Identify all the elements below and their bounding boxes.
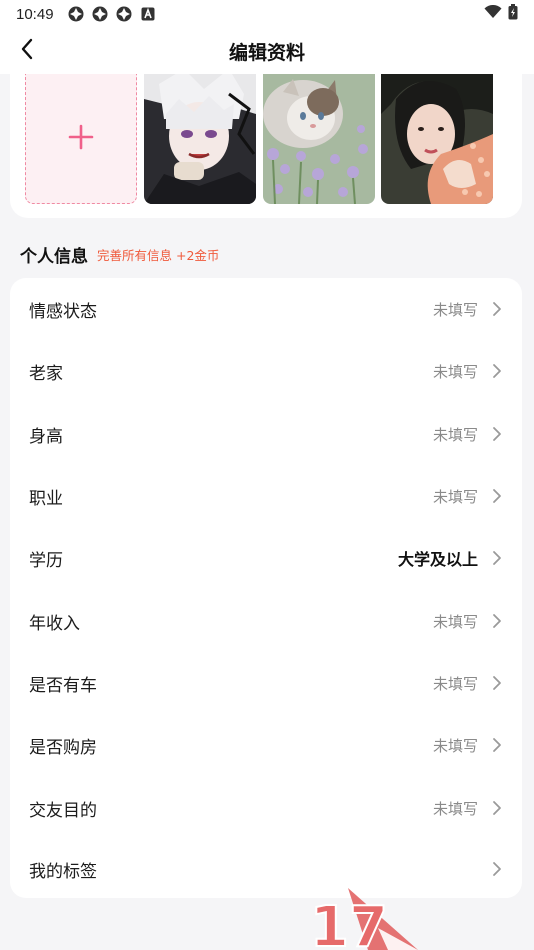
watermark-text: 17 [310, 895, 388, 950]
row-label: 我的标签 [29, 861, 97, 882]
row-label: 老家 [29, 363, 63, 384]
chevron-right-icon [492, 363, 504, 379]
section-title: 个人信息 [20, 246, 88, 267]
row-height[interactable]: 身高 未填写 [10, 403, 522, 465]
row-value: 未填写 [432, 799, 478, 818]
chevron-right-icon [492, 675, 504, 691]
settings-badge-icon [68, 6, 84, 22]
settings-badge-icon [116, 6, 132, 22]
settings-badge-icon [92, 6, 108, 22]
chevron-right-icon [492, 550, 504, 566]
row-value: 未填写 [432, 300, 478, 319]
row-value: 未填写 [432, 736, 478, 755]
section-header: 个人信息 完善所有信息 +2金币 [20, 240, 219, 268]
row-value: 未填写 [432, 362, 478, 381]
back-button[interactable] [12, 36, 42, 66]
nav-bar: 编辑资料 [0, 28, 534, 74]
page-title: 编辑资料 [228, 41, 305, 64]
row-value: 大学及以上 [397, 550, 478, 569]
row-dating-purpose[interactable]: 交友目的 未填写 [10, 777, 522, 839]
plus-icon [68, 124, 94, 154]
chevron-right-icon [492, 800, 504, 816]
chevron-right-icon [492, 861, 504, 877]
row-label: 交友目的 [29, 800, 97, 821]
cat-in-flowers-photo[interactable] [263, 74, 375, 204]
row-owns-car[interactable]: 是否有车 未填写 [10, 652, 522, 714]
row-label: 学历 [29, 550, 63, 571]
chevron-right-icon [492, 613, 504, 629]
woman-portrait-photo[interactable] [381, 74, 493, 204]
row-value: 未填写 [432, 674, 478, 693]
battery-icon [508, 4, 518, 24]
row-label: 是否购房 [29, 737, 97, 758]
info-list: 情感状态 未填写 老家 未填写 身高 未填写 职业 未填写 学历 大学及以上 年… [10, 278, 522, 898]
row-education[interactable]: 学历 大学及以上 [10, 527, 522, 589]
chevron-right-icon [492, 737, 504, 753]
row-relationship-status[interactable]: 情感状态 未填写 [10, 278, 522, 340]
add-photo-button[interactable] [25, 74, 137, 204]
row-value: 未填写 [432, 612, 478, 631]
row-occupation[interactable]: 职业 未填写 [10, 465, 522, 527]
chevron-right-icon [492, 426, 504, 442]
chevron-right-icon [492, 301, 504, 317]
row-value: 未填写 [432, 425, 478, 444]
row-owns-house[interactable]: 是否购房 未填写 [10, 714, 522, 776]
font-a-icon [140, 6, 156, 22]
photo-card [10, 74, 522, 218]
wifi-icon [484, 4, 502, 23]
row-label: 是否有车 [29, 675, 97, 696]
row-label: 职业 [29, 488, 63, 509]
row-annual-income[interactable]: 年收入 未填写 [10, 590, 522, 652]
status-time: 10:49 [16, 5, 54, 23]
row-label: 年收入 [29, 613, 80, 634]
chevron-right-icon [492, 488, 504, 504]
watermark-logo: 17 [308, 888, 418, 950]
row-label: 情感状态 [29, 301, 97, 322]
row-value: 未填写 [432, 487, 478, 506]
anime-portrait-photo[interactable] [144, 74, 256, 204]
row-label: 身高 [29, 426, 63, 447]
row-my-tags[interactable]: 我的标签 [10, 838, 522, 900]
status-bar: 10:49 [0, 0, 534, 28]
row-hometown[interactable]: 老家 未填写 [10, 340, 522, 402]
chevron-left-icon [20, 38, 34, 64]
reward-hint: 完善所有信息 +2金币 [97, 247, 220, 263]
